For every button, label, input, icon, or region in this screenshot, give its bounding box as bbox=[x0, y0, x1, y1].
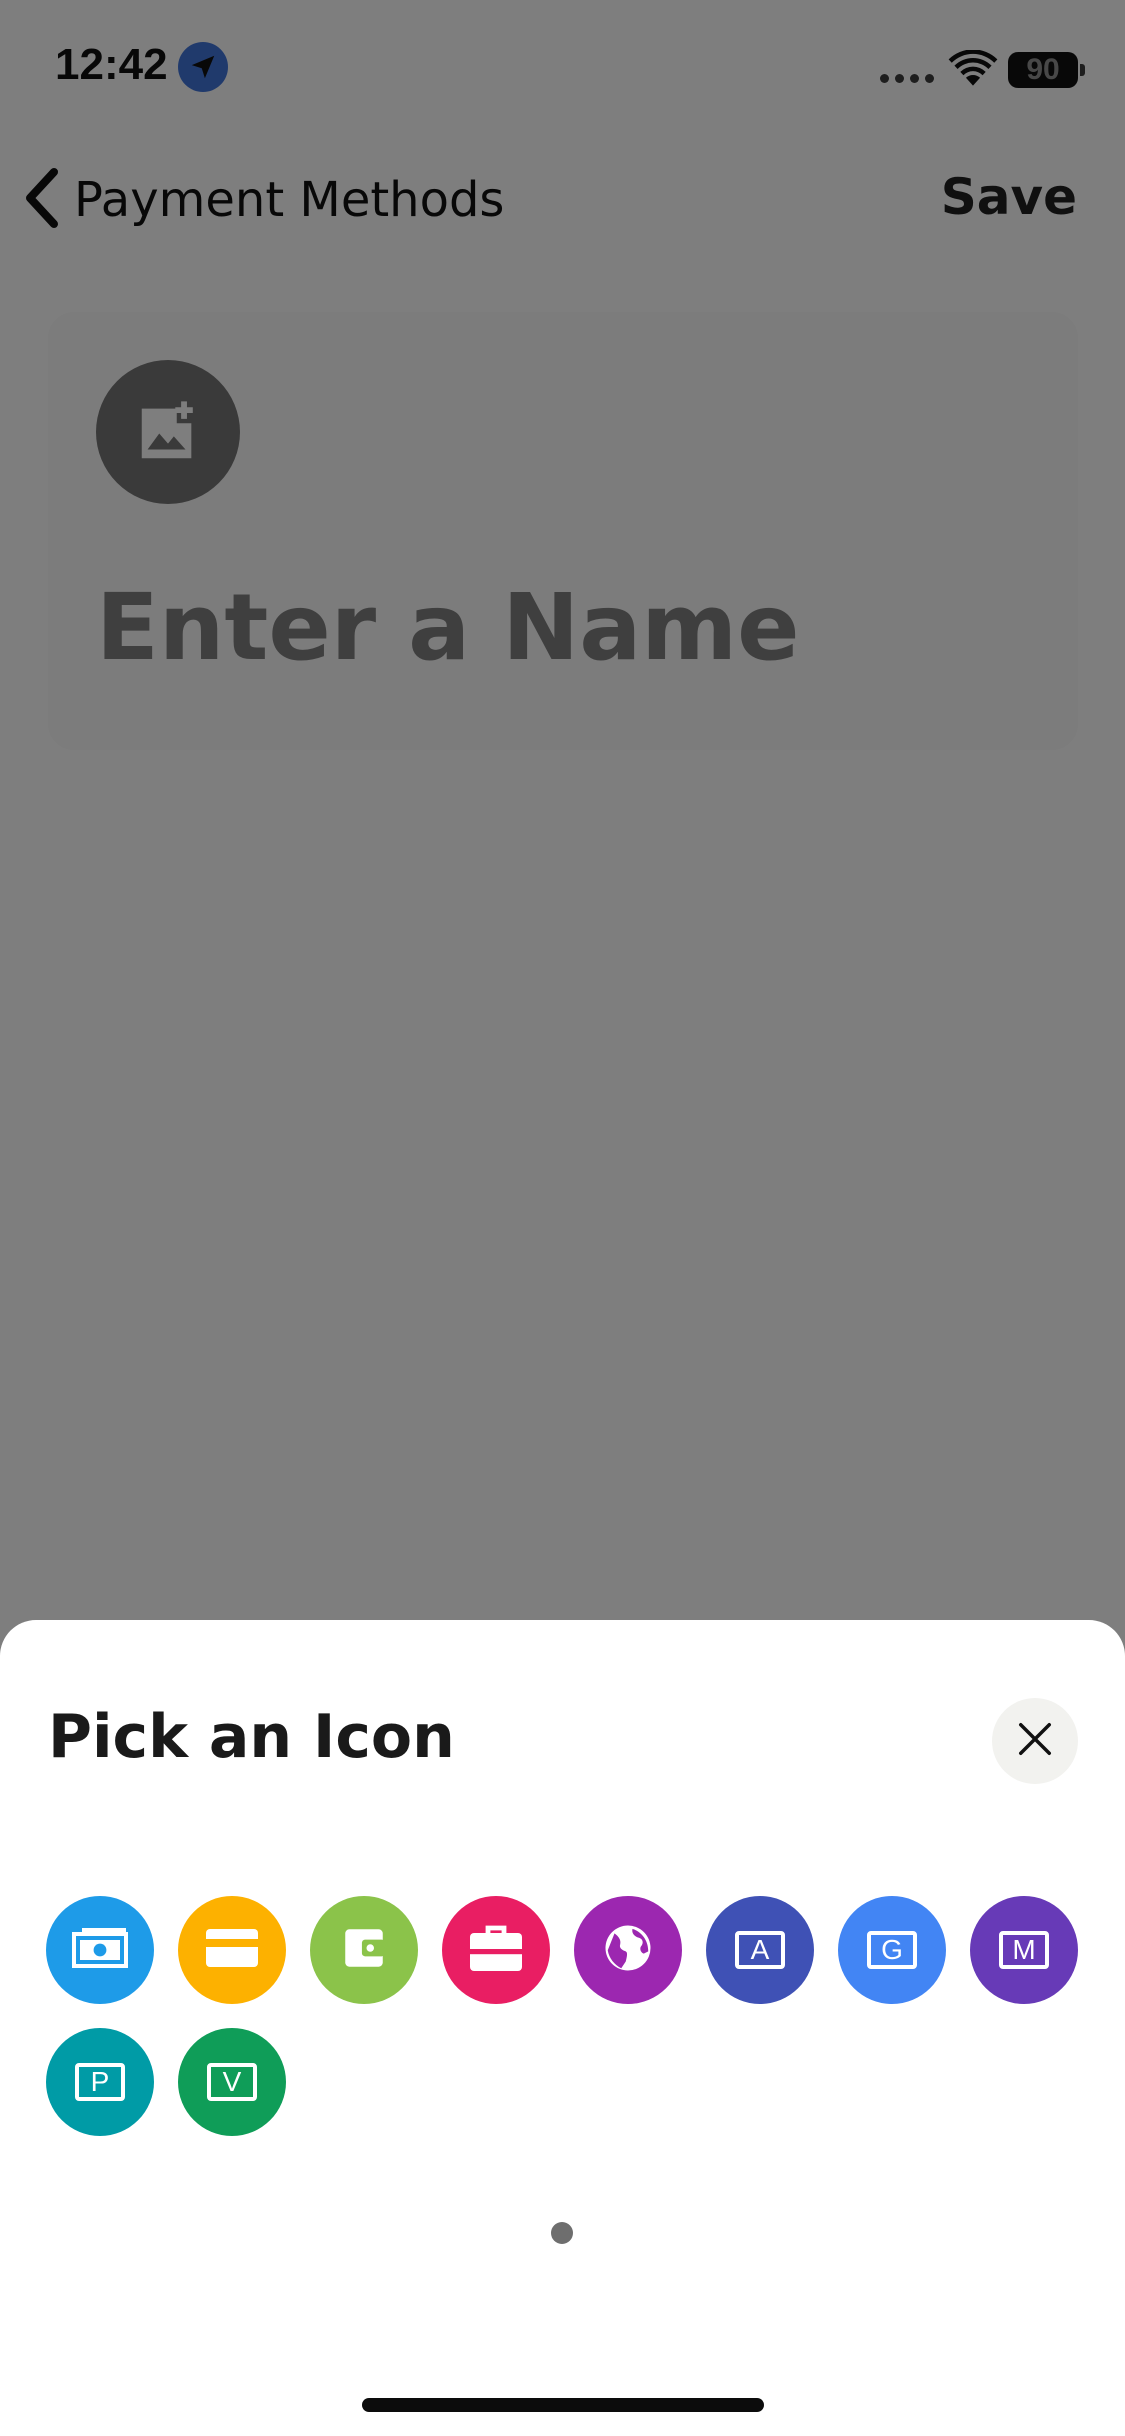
close-button[interactable] bbox=[992, 1698, 1078, 1784]
letter-v-icon: V bbox=[207, 2063, 257, 2101]
icon-option-letter-p[interactable]: P bbox=[46, 2028, 154, 2136]
letter-a-icon: A bbox=[735, 1931, 785, 1969]
icon-option-credit-card[interactable] bbox=[178, 1896, 286, 2004]
cash-icon bbox=[69, 1926, 131, 1974]
icon-picker-sheet: Pick an Icon A G M P V bbox=[0, 1620, 1125, 2436]
close-icon bbox=[1016, 1720, 1054, 1762]
icon-option-briefcase[interactable] bbox=[442, 1896, 550, 2004]
icon-option-letter-g[interactable]: G bbox=[838, 1896, 946, 2004]
letter-m-icon: M bbox=[999, 1931, 1049, 1969]
home-indicator[interactable] bbox=[362, 2398, 764, 2412]
icon-option-letter-a[interactable]: A bbox=[706, 1896, 814, 2004]
page-indicator-dot bbox=[551, 2222, 573, 2244]
wallet-icon bbox=[339, 1923, 389, 1977]
icon-option-globe[interactable] bbox=[574, 1896, 682, 2004]
icon-option-wallet[interactable] bbox=[310, 1896, 418, 2004]
letter-g-icon: G bbox=[867, 1931, 917, 1969]
credit-card-icon bbox=[204, 1927, 260, 1973]
icon-option-letter-v[interactable]: V bbox=[178, 2028, 286, 2136]
icon-grid: A G M P V bbox=[46, 1896, 1086, 2136]
icon-option-letter-m[interactable]: M bbox=[970, 1896, 1078, 2004]
sheet-title: Pick an Icon bbox=[48, 1702, 455, 1772]
globe-icon bbox=[601, 1921, 655, 1979]
icon-option-cash[interactable] bbox=[46, 1896, 154, 2004]
briefcase-icon bbox=[468, 1923, 524, 1977]
letter-p-icon: P bbox=[75, 2063, 125, 2101]
